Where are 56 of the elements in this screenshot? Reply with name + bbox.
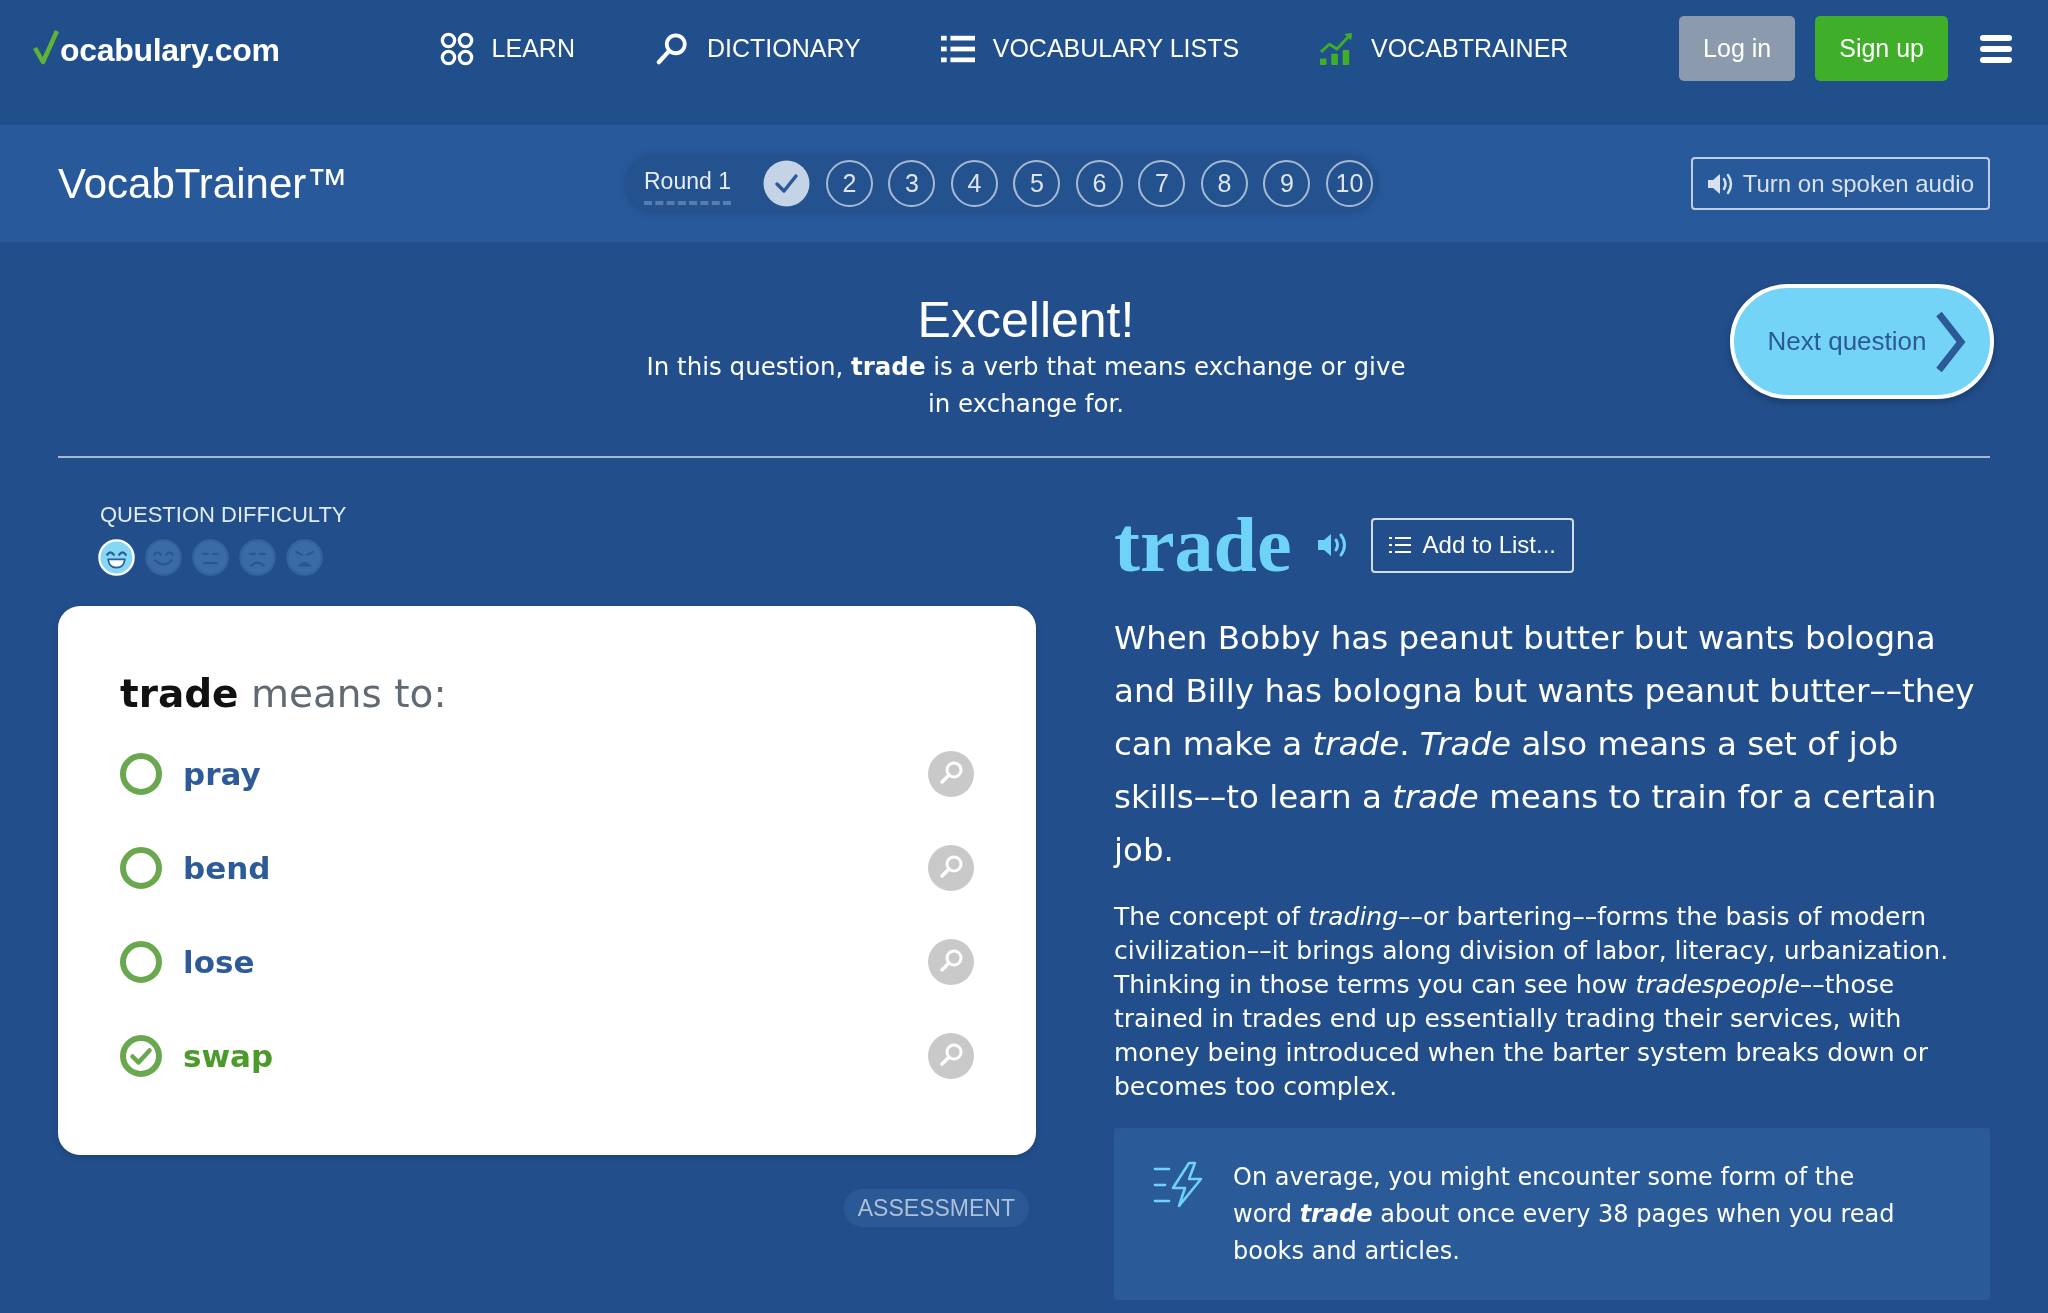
headword: trade xyxy=(1114,505,1292,585)
question-number[interactable]: 3 xyxy=(888,160,936,207)
check-circle-icon[interactable] xyxy=(763,160,811,207)
smiling-face-icon[interactable] xyxy=(145,539,182,576)
menu-icon[interactable] xyxy=(1980,34,2012,63)
short-definition: When Bobby has peanut butter but wants bologna and Billy has bologna but wants peanut butter––they can make a trade. Trade also means a set of job skills––to learn a trade means to train for a certain job. xyxy=(1114,618,1976,871)
question-number[interactable]: 4 xyxy=(950,160,998,207)
answer-option[interactable]: pray xyxy=(120,753,261,795)
long-definition: The concept of trading––or bartering––forms the basis of modern civilization––it brings along division of labor, literacy, urbanization. Thinking in those terms you can see how tradespeople––those trained in trades end up essentially trading their services, with money being introduced when the barter system breaks down or becomes too complex. xyxy=(1114,901,1950,1103)
feedback-title: Excellent! xyxy=(916,292,1136,348)
word-lookup-button[interactable] xyxy=(928,1033,974,1079)
question-number[interactable]: 7 xyxy=(1138,160,1186,207)
nav-link[interactable]: LEARN xyxy=(439,31,575,66)
difficulty-label: QUESTION DIFFICULTY xyxy=(100,503,348,527)
search-icon xyxy=(928,939,974,985)
check-mark-icon xyxy=(33,28,59,65)
add-to-list-button[interactable]: Add to List... xyxy=(1370,517,1574,573)
question-prompt: trade means to: xyxy=(120,670,448,718)
question-number[interactable]: 5 xyxy=(1013,160,1061,207)
search-icon xyxy=(928,1033,974,1079)
neutral-face-icon[interactable] xyxy=(192,539,229,576)
word-lookup-button[interactable] xyxy=(928,845,974,891)
question-number[interactable]: 8 xyxy=(1200,160,1248,207)
question-number[interactable]: 9 xyxy=(1263,160,1311,207)
nav-link[interactable]: VOCABTRAINER xyxy=(1319,31,1569,66)
speaker-icon[interactable] xyxy=(1316,531,1347,559)
frequency-note: On average, you might encounter some form of the word trade about once every 38 pages when you read books and articles. xyxy=(1233,1162,1896,1267)
bar-chart-icon xyxy=(1319,31,1354,66)
frowning-face-icon[interactable] xyxy=(239,539,276,576)
search-icon xyxy=(654,31,689,66)
answer-option[interactable]: swap xyxy=(120,1035,274,1077)
lightning-icon xyxy=(1153,1161,1204,1208)
word-lookup-button[interactable] xyxy=(928,939,974,985)
question-number[interactable]: 2 xyxy=(825,160,873,207)
round-label: Round 1 xyxy=(644,162,731,205)
search-icon xyxy=(928,751,974,797)
nav-link[interactable]: VOCABULARY LISTS xyxy=(940,31,1240,66)
answer-option[interactable]: lose xyxy=(120,941,255,983)
question-type-tag: ASSESSMENT xyxy=(843,1189,1029,1227)
answer-option[interactable]: bend xyxy=(120,847,271,889)
page-title: VocabTrainer™ xyxy=(58,159,350,208)
word-lookup-button[interactable] xyxy=(928,751,974,797)
feedback-message: In this question, trade is a verb that means exchange or give in exchange for. xyxy=(645,351,1407,420)
search-icon xyxy=(928,845,974,891)
spoken-audio-button[interactable]: Turn on spoken audio xyxy=(1690,157,1990,210)
angry-face-icon[interactable] xyxy=(286,539,323,576)
question-number[interactable]: 6 xyxy=(1075,160,1123,207)
four-circles-icon xyxy=(439,31,474,66)
next-question-button[interactable]: Next question xyxy=(1730,284,1994,399)
chevron-right-icon xyxy=(1934,310,1967,373)
speaker-icon xyxy=(1706,171,1733,196)
list-icon xyxy=(1388,536,1411,554)
logo-link[interactable]: ocabulary.com xyxy=(33,28,280,69)
grinning-face-icon[interactable] xyxy=(98,539,135,576)
nav-link[interactable]: DICTIONARY xyxy=(654,31,861,66)
question-number[interactable]: 10 xyxy=(1325,160,1373,207)
